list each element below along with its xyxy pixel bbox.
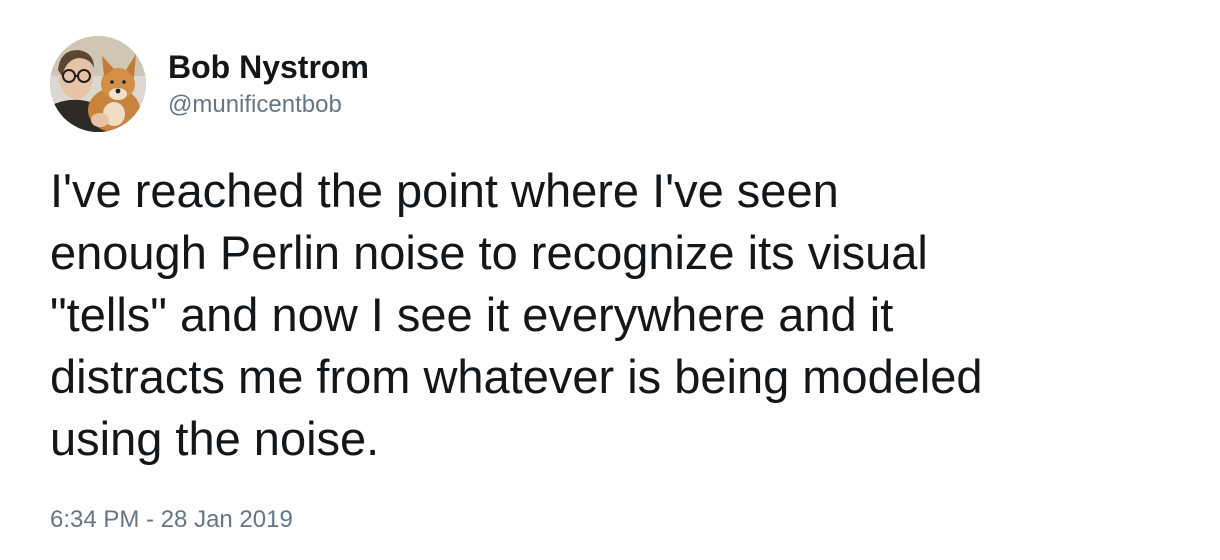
tweet-timestamp[interactable]: 6:34 PM - 28 Jan 2019 [50,504,293,536]
tweet-text: I've reached the point where I've seen e… [50,164,983,465]
author-display-name[interactable]: Bob Nystrom [168,47,369,87]
avatar[interactable] [50,36,146,132]
author-names: Bob Nystrom @munificentbob [168,47,369,121]
tweet-header: Bob Nystrom @munificentbob [50,36,369,132]
author-handle[interactable]: @munificentbob [168,89,369,121]
tweet-card: Bob Nystrom @munificentbob I've reached … [0,0,1220,560]
avatar-image [50,36,146,132]
